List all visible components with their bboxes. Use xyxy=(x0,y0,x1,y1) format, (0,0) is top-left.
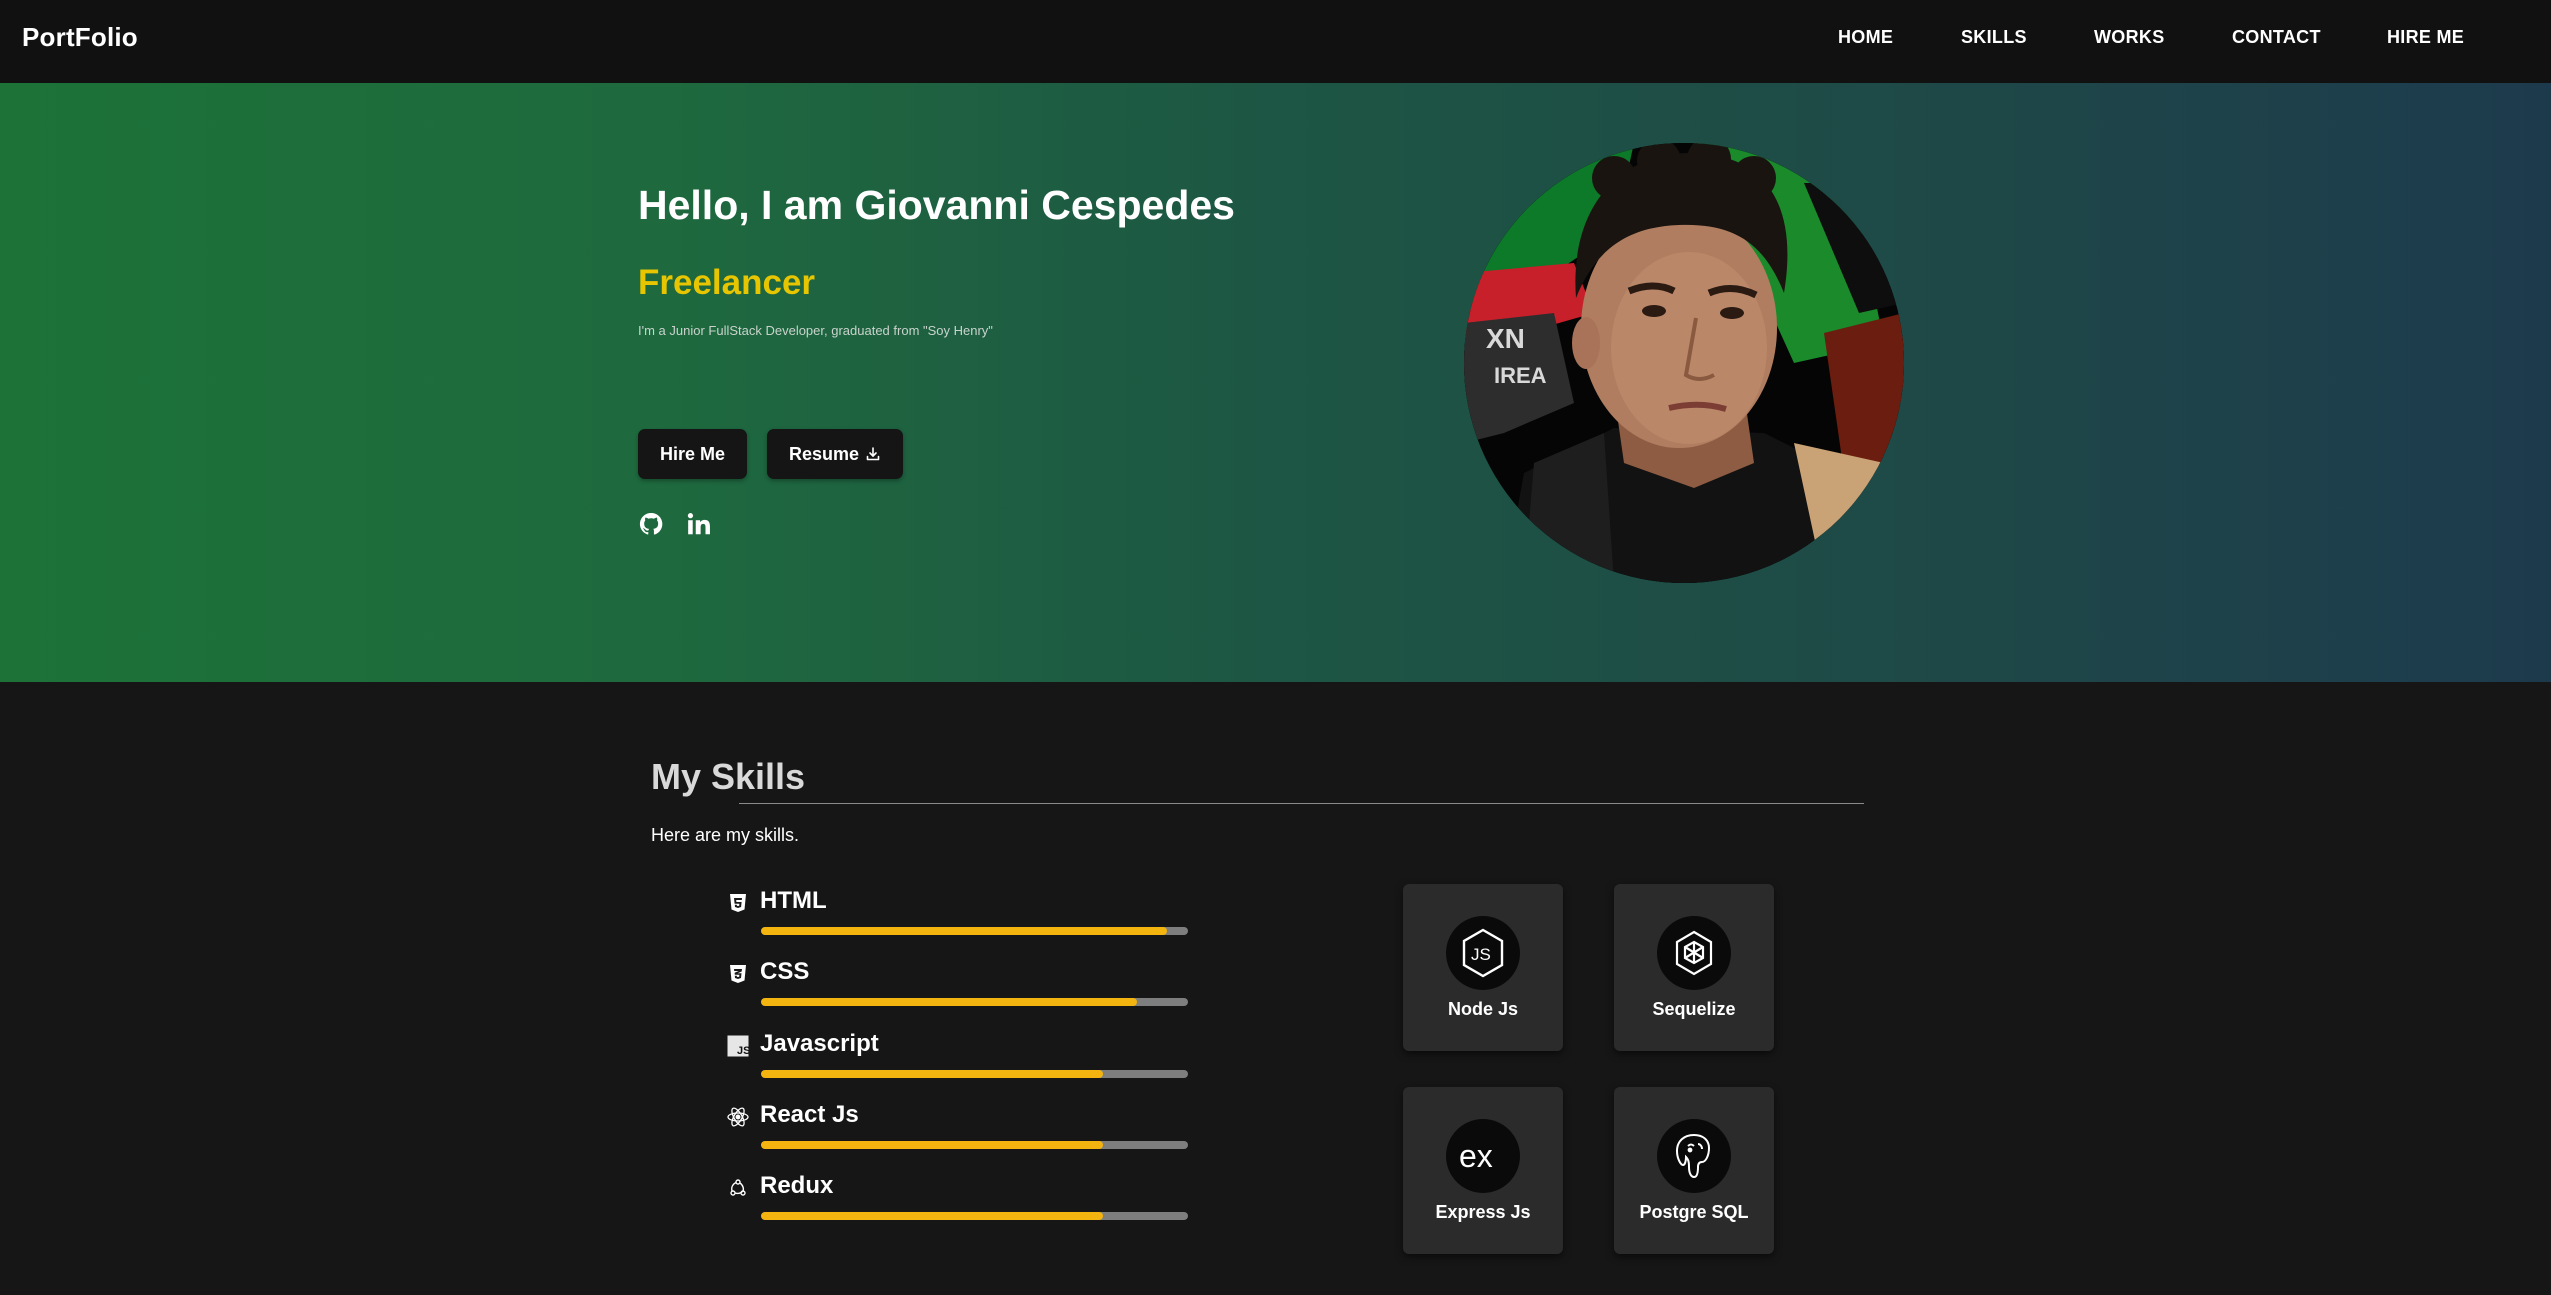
skill-name: HTML xyxy=(760,887,827,914)
tech-card-express[interactable]: ex Express Js xyxy=(1403,1087,1563,1254)
nodejs-icon: JS xyxy=(1446,916,1520,990)
skill-progress-bar xyxy=(761,1141,1188,1149)
hire-me-label: Hire Me xyxy=(659,443,726,464)
nav-skills[interactable]: SKILLS xyxy=(1961,27,2027,48)
skill-css: CSS xyxy=(727,958,1189,1018)
github-icon[interactable] xyxy=(637,510,665,538)
skill-progress-fill xyxy=(761,1212,1103,1220)
skill-progress-fill xyxy=(761,1141,1103,1149)
skill-html: HTML xyxy=(727,887,1189,947)
nav-works[interactable]: WORKS xyxy=(2094,27,2165,48)
skill-name: CSS xyxy=(760,958,810,985)
svg-text:ex: ex xyxy=(1459,1138,1493,1174)
html5-icon xyxy=(727,892,749,914)
express-icon: ex xyxy=(1446,1119,1520,1193)
skill-progress-bar xyxy=(761,998,1188,1006)
skill-react: React Js xyxy=(727,1101,1189,1161)
profile-photo: XN IREA xyxy=(1464,143,1904,583)
redux-icon xyxy=(727,1177,749,1199)
skill-progress-fill xyxy=(761,1070,1103,1078)
tech-card-sequelize[interactable]: Sequelize xyxy=(1614,884,1774,1051)
skill-progress-fill xyxy=(761,927,1167,935)
skills-divider xyxy=(739,803,1864,804)
linkedin-icon[interactable] xyxy=(685,510,713,538)
skill-progress-bar xyxy=(761,1212,1188,1220)
skill-name: Redux xyxy=(760,1172,834,1199)
tech-card-postgresql[interactable]: Postgre SQL xyxy=(1614,1087,1774,1254)
nav-home[interactable]: HOME xyxy=(1838,27,1893,48)
skill-name: React Js xyxy=(760,1101,859,1128)
navbar: PortFolio HOME SKILLS WORKS CONTACT HIRE… xyxy=(0,0,2551,83)
svg-text:XN: XN xyxy=(1486,323,1525,354)
nav-hire-me[interactable]: HIRE ME xyxy=(2387,27,2464,48)
css3-icon xyxy=(727,963,749,985)
skill-name: Javascript xyxy=(760,1030,879,1057)
sequelize-icon xyxy=(1657,916,1731,990)
hero-description: I'm a Junior FullStack Developer, gradua… xyxy=(638,323,993,338)
hero-section: Hello, I am Giovanni Cespedes Freelancer… xyxy=(0,83,2551,682)
tech-card-label: Postgre SQL xyxy=(1639,1202,1749,1222)
skill-redux: Redux xyxy=(727,1172,1189,1232)
nav-links: HOME SKILLS WORKS CONTACT HIRE ME xyxy=(0,27,2551,57)
svg-text:IREA: IREA xyxy=(1494,363,1547,388)
resume-label: Resume xyxy=(788,443,860,464)
tech-card-label: Sequelize xyxy=(1652,999,1736,1019)
skills-subtitle: Here are my skills. xyxy=(651,825,800,845)
download-icon xyxy=(866,447,880,461)
react-icon xyxy=(727,1106,749,1128)
skill-javascript: JS Javascript xyxy=(727,1030,1189,1090)
skills-title: My Skills xyxy=(651,756,806,797)
tech-card-label: Express Js xyxy=(1435,1202,1531,1222)
svg-text:JS: JS xyxy=(1471,945,1491,964)
javascript-icon: JS xyxy=(727,1035,749,1057)
skill-progress-bar xyxy=(761,1070,1188,1078)
resume-button[interactable]: Resume xyxy=(767,429,903,479)
hero-title: Hello, I am Giovanni Cespedes xyxy=(638,182,1235,228)
postgresql-icon xyxy=(1657,1119,1731,1193)
hire-me-button[interactable]: Hire Me xyxy=(638,429,747,479)
nav-contact[interactable]: CONTACT xyxy=(2232,27,2321,48)
skill-progress-fill xyxy=(761,998,1137,1006)
tech-card-label: Node Js xyxy=(1447,999,1519,1019)
hero-role: Freelancer xyxy=(638,263,816,302)
skill-progress-bar xyxy=(761,927,1188,935)
tech-card-nodejs[interactable]: JS Node Js xyxy=(1403,884,1563,1051)
svg-text:JS: JS xyxy=(737,1045,749,1057)
